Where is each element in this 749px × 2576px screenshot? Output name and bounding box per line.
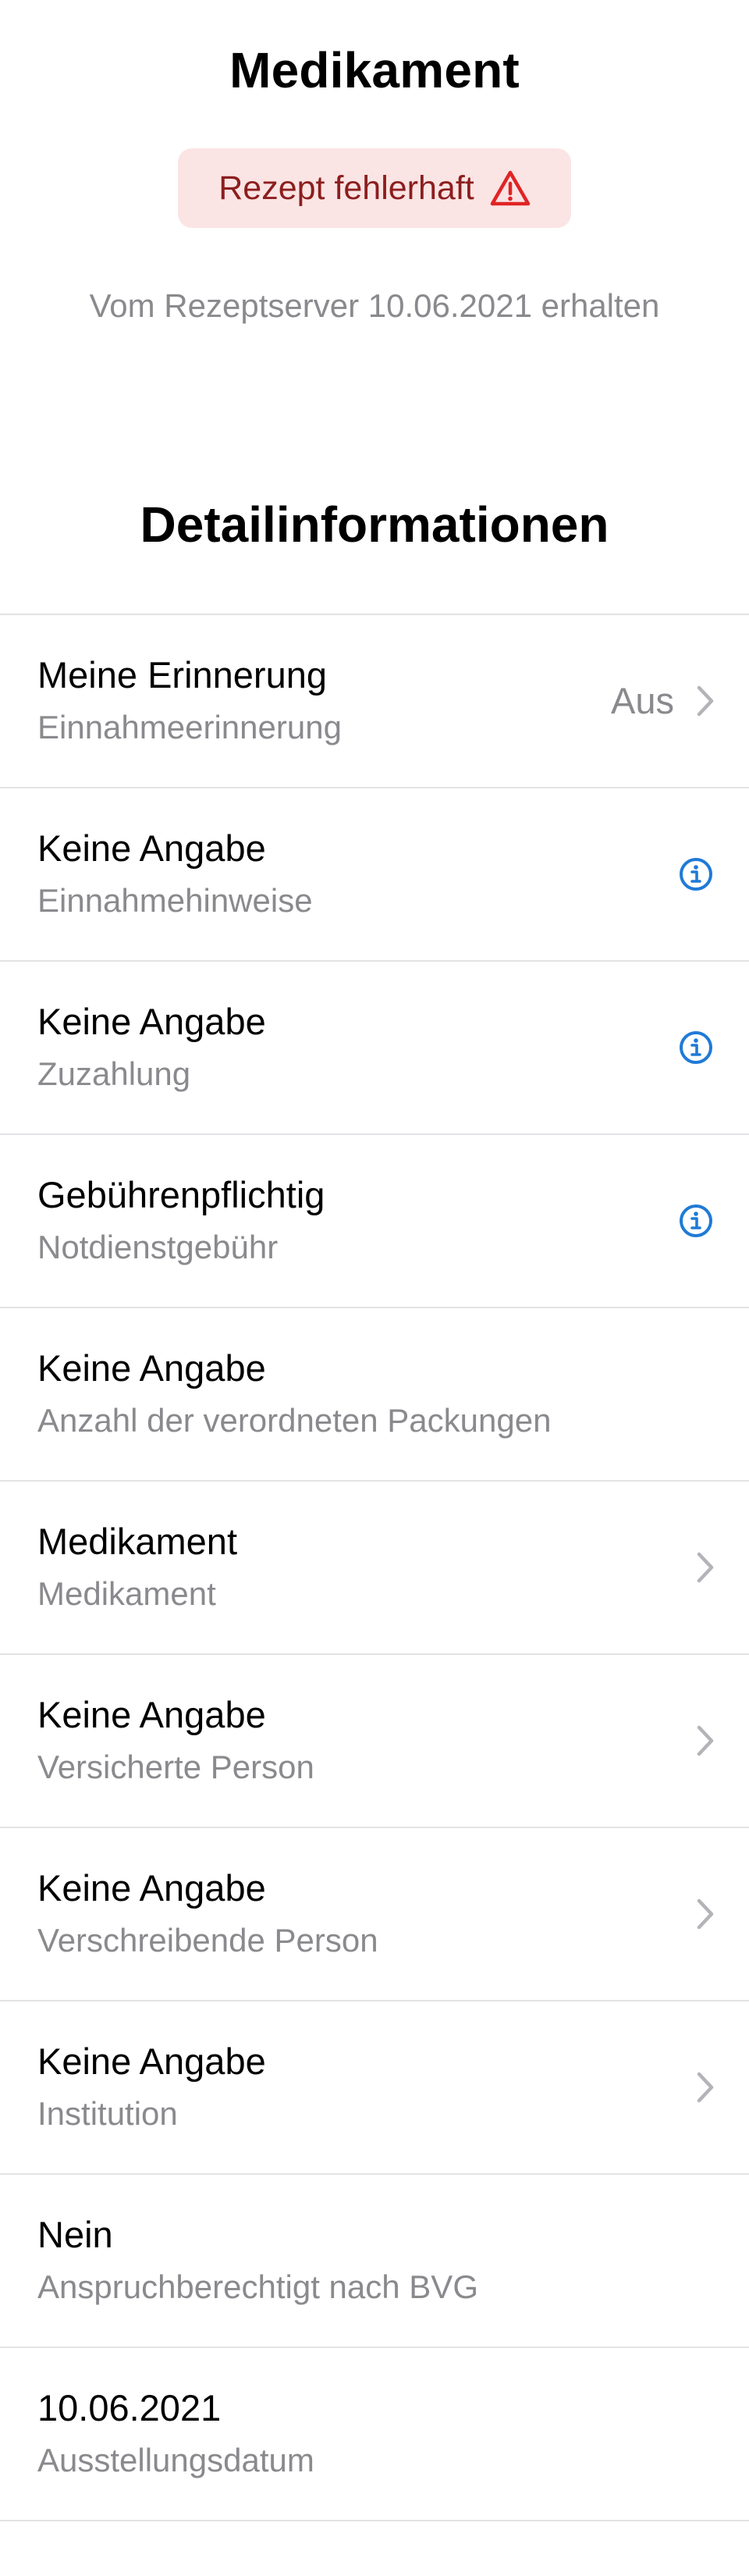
row-label: Versicherte Person xyxy=(37,1749,314,1785)
row-label: Notdienstgebühr xyxy=(37,1229,279,1265)
row-value: Keine Angabe xyxy=(37,2041,266,2082)
chevron-right-icon xyxy=(697,1725,714,1756)
status-badge[interactable]: Rezept fehlerhaft xyxy=(178,148,571,228)
row-bvg-entitlement: Nein Anspruchberechtigt nach BVG xyxy=(0,2175,749,2348)
header: Medikament Rezept fehlerhaft Vom Rezepts… xyxy=(0,0,749,614)
row-trailing xyxy=(677,788,715,960)
row-label: Einnahmeerinnerung xyxy=(37,709,342,745)
section-title: Detailinformationen xyxy=(140,496,609,553)
row-label: Einnahmehinweise xyxy=(37,882,313,919)
chevron-right-icon xyxy=(697,2072,714,2103)
row-copayment: Keine Angabe Zuzahlung xyxy=(0,962,749,1135)
warning-triangle-icon xyxy=(490,170,530,206)
row-label: Medikament xyxy=(37,1575,216,1612)
row-trailing xyxy=(696,2001,715,2173)
row-label: Verschreibende Person xyxy=(37,1922,378,1959)
info-icon[interactable] xyxy=(677,1029,715,1066)
row-trailing: Aus xyxy=(611,615,715,787)
row-reminder[interactable]: Meine Erinnerung Einnahmeerinnerung Aus xyxy=(0,615,749,788)
row-emergency-fee: Gebührenpflichtig Notdienstgebühr xyxy=(0,1135,749,1308)
row-value: Keine Angabe xyxy=(37,1694,266,1735)
info-icon[interactable] xyxy=(677,856,715,893)
row-value: Keine Angabe xyxy=(37,827,266,869)
row-trailing xyxy=(696,1482,715,1653)
row-value: Medikament xyxy=(37,1521,237,1562)
row-value: Nein xyxy=(37,2214,113,2255)
chevron-right-icon xyxy=(697,685,714,717)
row-prescriber[interactable]: Keine Angabe Verschreibende Person xyxy=(0,1828,749,2001)
row-package-count: Keine Angabe Anzahl der verordneten Pack… xyxy=(0,1308,749,1482)
row-trailing xyxy=(677,962,715,1133)
row-label: Anspruchberechtigt nach BVG xyxy=(37,2268,478,2305)
status-badge-label: Rezept fehlerhaft xyxy=(218,169,474,207)
row-issue-date: 10.06.2021 Ausstellungsdatum xyxy=(0,2348,749,2521)
row-value: Meine Erinnerung xyxy=(37,654,327,696)
row-insured-person[interactable]: Keine Angabe Versicherte Person xyxy=(0,1655,749,1828)
row-value: Keine Angabe xyxy=(37,1347,266,1389)
received-date-text: Vom Rezeptserver 10.06.2021 erhalten xyxy=(89,287,660,324)
row-medication[interactable]: Medikament Medikament xyxy=(0,1482,749,1655)
row-value: 10.06.2021 xyxy=(37,2387,222,2428)
row-value: Gebührenpflichtig xyxy=(37,1174,325,1215)
row-label: Zuzahlung xyxy=(37,1055,191,1092)
details-list: Meine Erinnerung Einnahmeerinnerung Aus … xyxy=(0,614,749,2521)
row-dosage-instructions: Keine Angabe Einnahmehinweise xyxy=(0,788,749,962)
info-icon[interactable] xyxy=(677,1202,715,1240)
row-label: Ausstellungsdatum xyxy=(37,2442,314,2478)
row-label: Anzahl der verordneten Packungen xyxy=(37,1402,552,1439)
chevron-right-icon xyxy=(697,1552,714,1583)
row-label: Institution xyxy=(37,2095,178,2132)
reminder-status: Aus xyxy=(611,680,674,721)
row-trailing xyxy=(696,1655,715,1827)
page-title: Medikament xyxy=(229,42,520,98)
chevron-right-icon xyxy=(697,1898,714,1930)
row-value: Keine Angabe xyxy=(37,1867,266,1909)
row-value: Keine Angabe xyxy=(37,1001,266,1042)
row-trailing xyxy=(677,1135,715,1307)
row-trailing xyxy=(696,1828,715,2000)
row-institution[interactable]: Keine Angabe Institution xyxy=(0,2001,749,2175)
